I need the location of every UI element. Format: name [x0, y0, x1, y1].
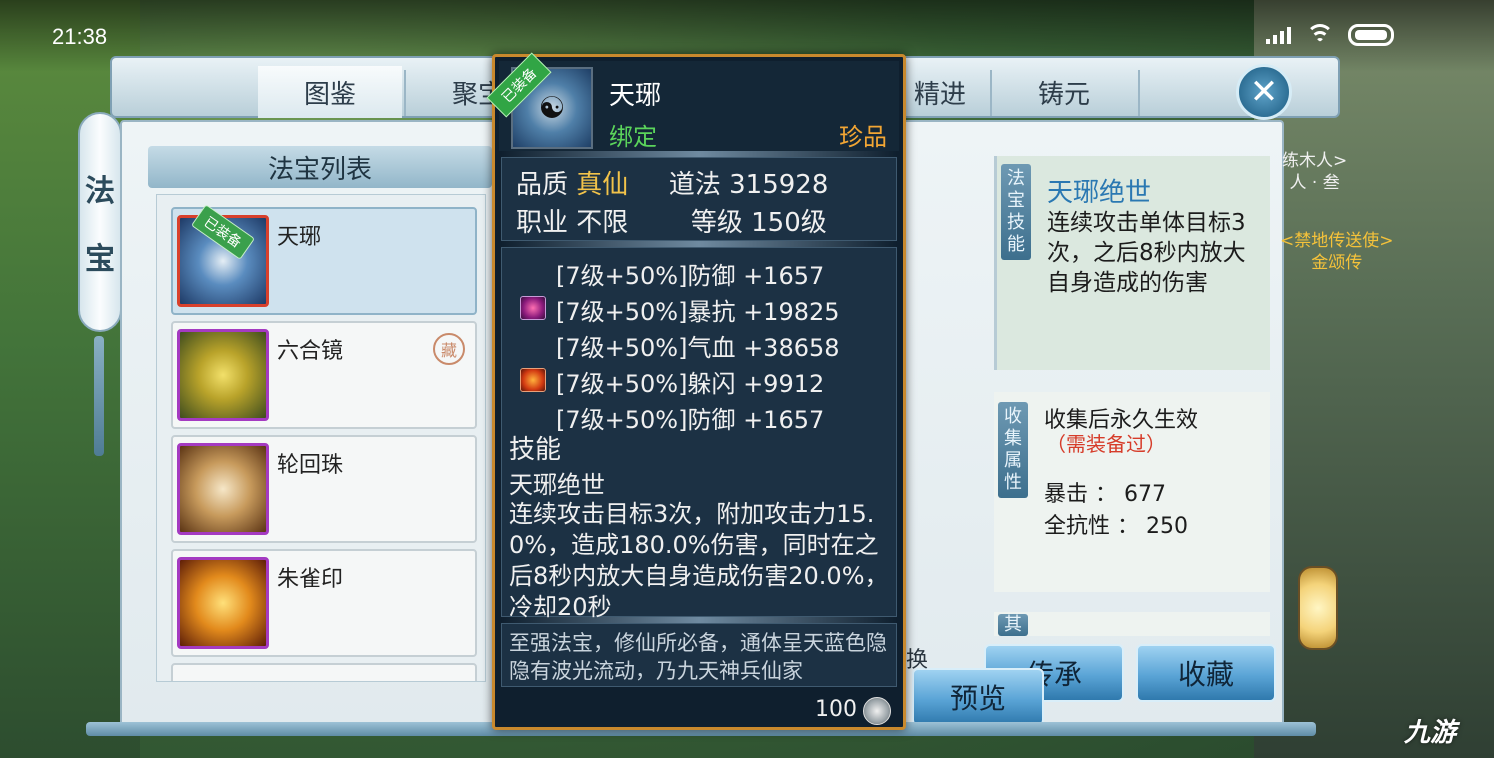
attribute-line: [7级+50%]暴抗 +19825: [556, 298, 840, 326]
system-icons: [1266, 24, 1394, 46]
skill-section-label: 法宝技能: [1001, 164, 1031, 260]
red-gem-icon: [520, 368, 546, 392]
list-header: 法宝列表: [148, 146, 492, 188]
level-value: 150级: [751, 208, 827, 238]
class-value: 不限: [576, 208, 629, 238]
attribute-line: [7级+50%]防御 +1657: [556, 262, 825, 290]
tassel-ornament: [94, 336, 104, 456]
quality-label: 品质: [516, 170, 569, 200]
wifi-icon: [1306, 24, 1334, 46]
attribute-line: [7级+50%]防御 +1657: [556, 406, 825, 434]
list-item[interactable]: 六合镜 藏: [171, 321, 477, 429]
lantern-decoration: [1298, 566, 1338, 650]
daofa-value: 315928: [729, 170, 829, 200]
tooltip-item-name: 天琊: [609, 81, 662, 111]
npc-label: 练木人> 人 · 叁: [1282, 150, 1347, 194]
list-item[interactable]: 轮回珠: [171, 435, 477, 543]
status-clock: 21:38: [52, 24, 108, 49]
list-item[interactable]: [171, 663, 477, 681]
item-name: 轮回珠: [277, 453, 344, 478]
tab-jingjin[interactable]: 精进: [892, 66, 988, 118]
tab-label: 图鉴: [303, 79, 356, 110]
purple-gem-icon: [520, 296, 546, 320]
list-item[interactable]: 已装备 天琊: [171, 204, 477, 315]
tooltip-skill-description: 连续攻击目标3次，附加攻击力15.0%，造成180.0%伤害，同时在之后8秒内放…: [509, 500, 889, 621]
zhuqueyin-thumbnail: [177, 557, 269, 649]
skill-name: 天琊绝世: [1047, 178, 1152, 208]
collect-card: 收集属性 收集后永久生效 （需装备过） 暴击 ： 677 全抗性 ： 250: [994, 392, 1270, 592]
npc-title: 人 · 叁: [1289, 173, 1340, 193]
side-banner-char: 宝: [85, 242, 115, 277]
tab-divider: [1138, 70, 1140, 116]
item-name: 天琊: [277, 225, 322, 250]
item-tooltip: ☯ 已装备 天琊 绑定 珍品 品质 真仙 道法 315928 职业 不限 等级 …: [486, 52, 906, 730]
item-name: 六合镜: [277, 339, 344, 364]
signal-icon: [1266, 26, 1292, 44]
side-banner-char: 法: [85, 174, 115, 209]
swap-label-partial: 换: [906, 648, 929, 673]
collect-stat-resist: 全抗性 ： 250: [1044, 514, 1188, 539]
treasure-list[interactable]: 已装备 天琊 六合镜 藏 轮回珠 朱雀印: [156, 194, 486, 682]
other-section-label: 其: [998, 614, 1028, 636]
battery-icon: [1348, 24, 1394, 46]
attribute-line: [7级+50%]气血 +38658: [556, 334, 840, 362]
tab-label: 精进: [913, 79, 966, 110]
tooltip-bind-status: 绑定: [609, 123, 657, 151]
close-button[interactable]: ✕: [1236, 64, 1292, 120]
npc-title: <禁地传送使>: [1280, 231, 1394, 251]
tab-tujian[interactable]: 图鉴: [258, 66, 402, 118]
npc-name: 金颂传: [1311, 253, 1363, 273]
daofa-label: 道法: [668, 170, 721, 200]
tooltip-price: 100: [815, 697, 857, 722]
liuhejing-thumbnail: [177, 329, 269, 421]
collect-note: （需装备过）: [1046, 432, 1166, 456]
skill-description: 连续攻击单体目标3次，之后8秒内放大自身造成的伤害: [1047, 210, 1246, 296]
class-label: 职业: [516, 208, 569, 238]
side-banner: 法 宝: [78, 112, 122, 332]
coin-icon: [863, 697, 891, 725]
collect-stat-crit: 暴击 ： 677: [1044, 482, 1166, 507]
tab-zhuyuan[interactable]: 铸元: [992, 66, 1136, 118]
class-row: 职业 不限 等级 150级: [516, 202, 827, 239]
npc-label: <禁地传送使> 金颂传: [1280, 230, 1394, 274]
collected-stamp-icon: 藏: [433, 333, 465, 365]
tooltip-skill-name: 天琊绝世: [509, 471, 605, 499]
lunhuizhu-thumbnail: [177, 443, 269, 535]
level-label: 等级: [690, 208, 743, 238]
detail-panel: 法宝技能 天琊绝世 连续攻击单体目标3次，之后8秒内放大自身造成的伤害 收集属性…: [994, 156, 1274, 636]
tooltip-rarity: 珍品: [839, 123, 887, 151]
tooltip-header: ☯ 已装备 天琊 绑定 珍品: [486, 52, 899, 151]
item-name: 朱雀印: [277, 567, 344, 592]
attribute-line: [7级+50%]躲闪 +9912: [556, 370, 825, 398]
close-icon: ✕: [1249, 72, 1279, 112]
quality-value: 真仙: [576, 170, 629, 200]
other-card: 其: [994, 612, 1270, 636]
preview-button[interactable]: 预览: [912, 668, 1044, 726]
collect-section-label: 收集属性: [998, 402, 1028, 498]
watermark-logo: 九游: [1404, 718, 1457, 748]
list-item[interactable]: 朱雀印: [171, 549, 477, 657]
tooltip-basic-info: 品质 真仙 道法 315928 职业 不限 等级 150级: [501, 157, 897, 241]
tooltip-flavor-text: 至强法宝，修仙所必备，通体呈天蓝色隐隐有波光流动，乃九天神兵仙家: [509, 631, 887, 683]
tooltip-skill-title: 技能: [509, 435, 562, 465]
quality-row: 品质 真仙 道法 315928: [516, 164, 828, 201]
tab-label: 铸元: [1037, 79, 1090, 110]
collect-button[interactable]: 收藏: [1136, 644, 1276, 702]
skill-card: 法宝技能 天琊绝世 连续攻击单体目标3次，之后8秒内放大自身造成的伤害: [994, 156, 1270, 370]
npc-name: 练木人>: [1282, 151, 1348, 171]
